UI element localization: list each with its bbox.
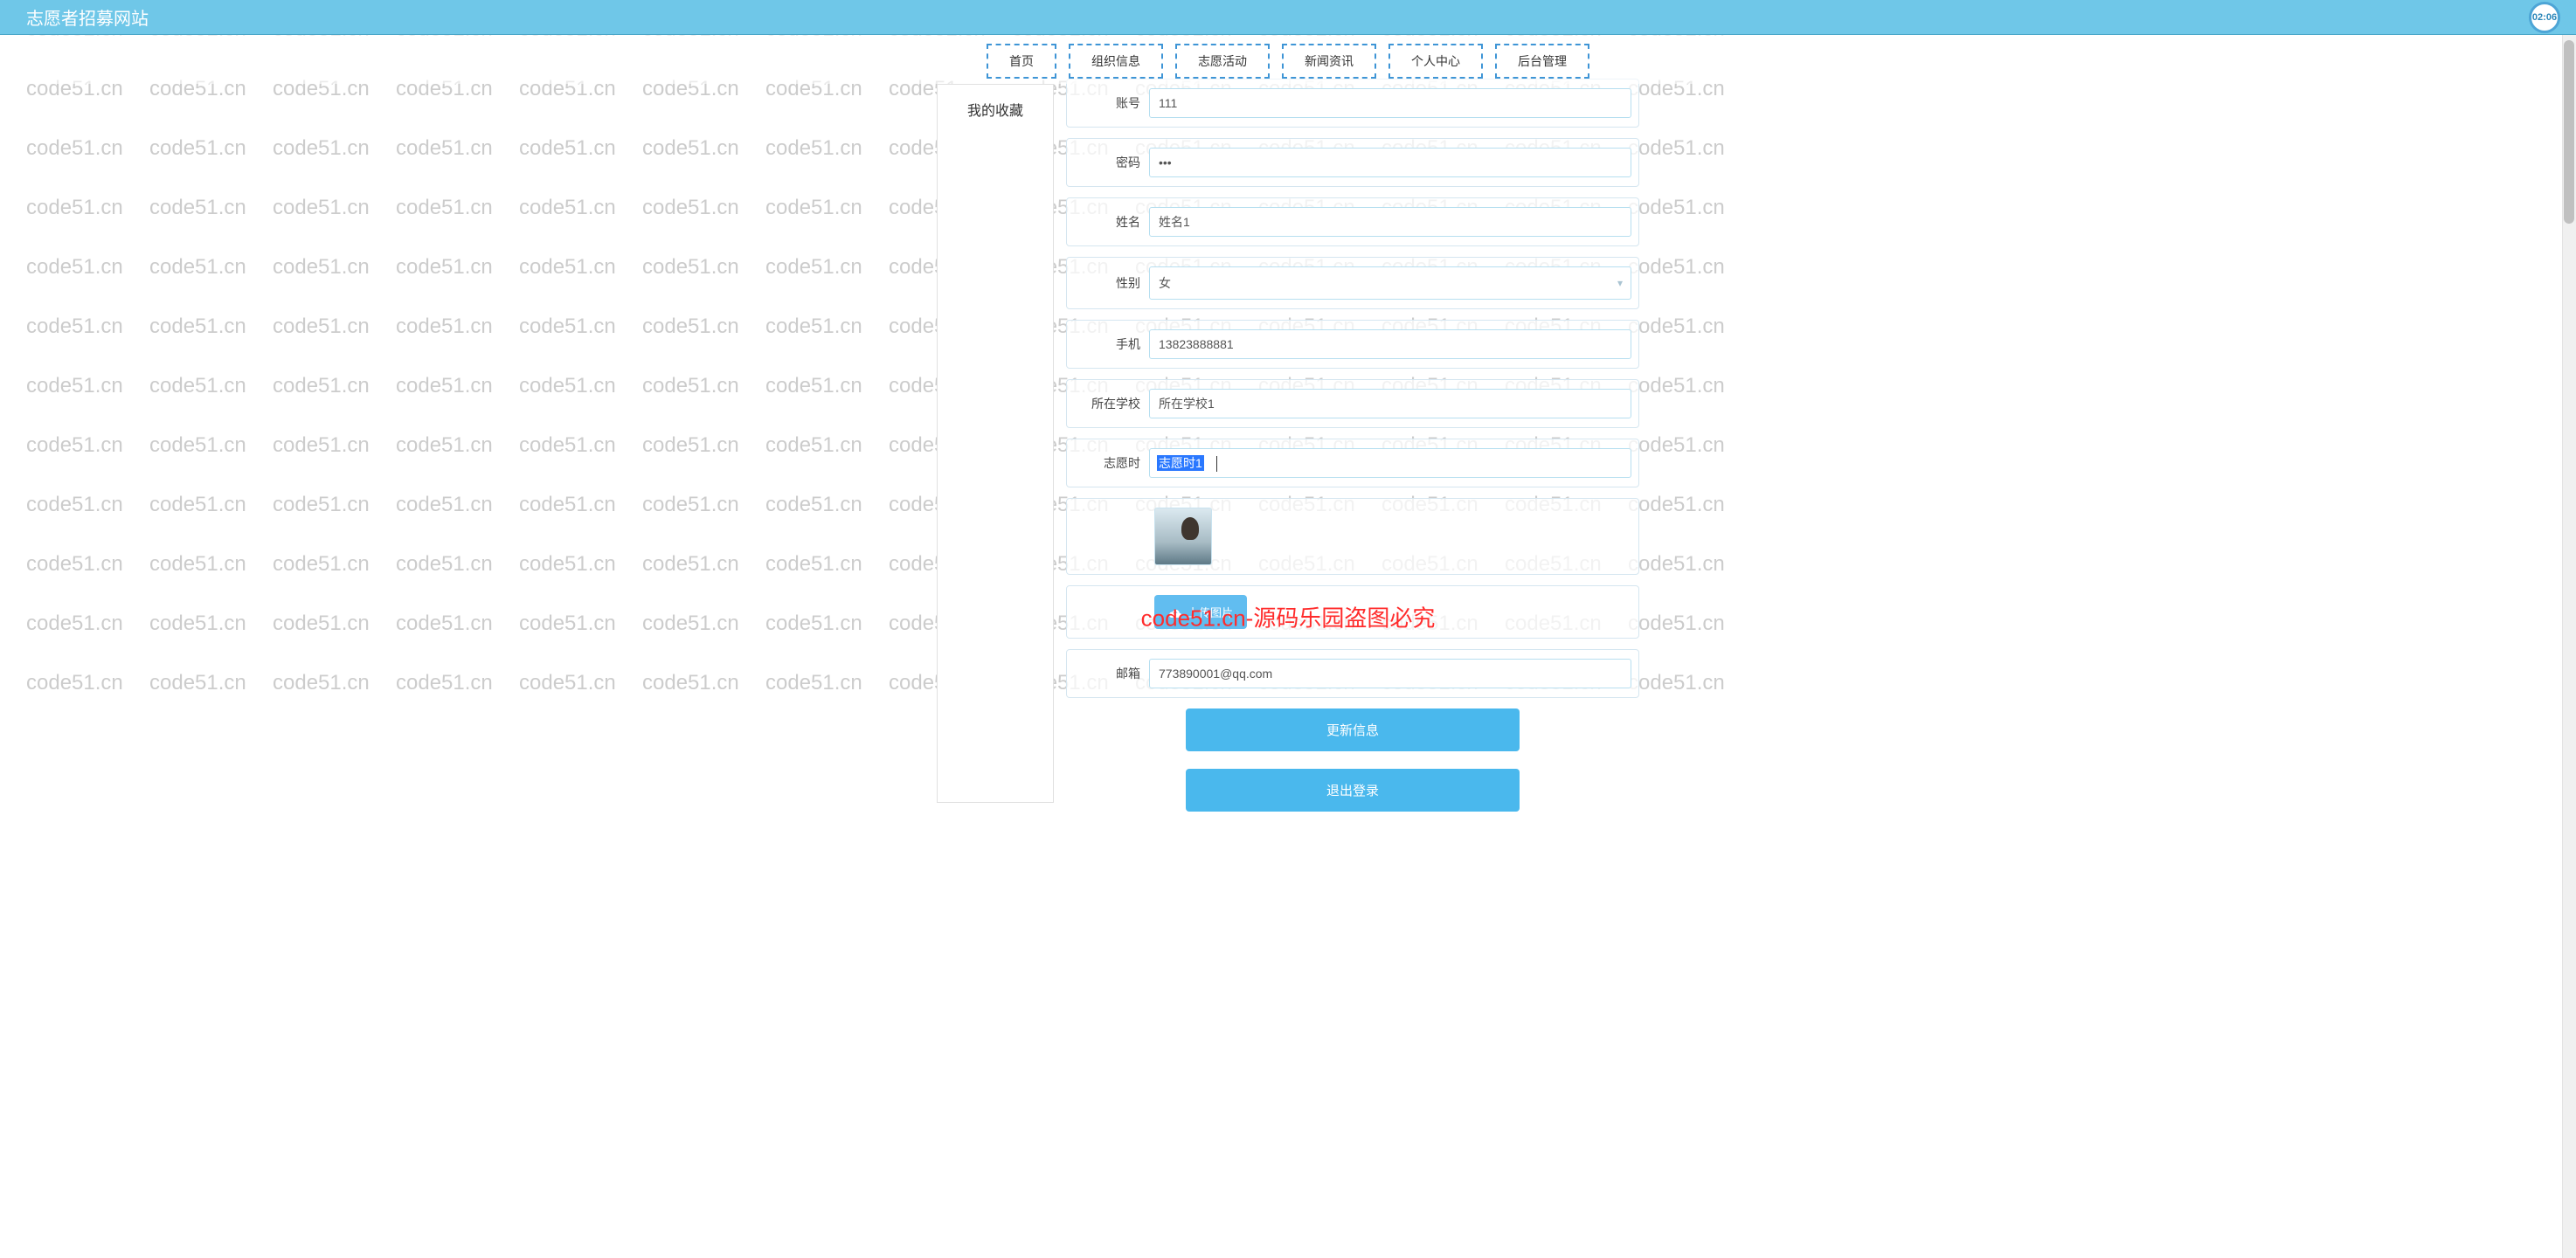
nav-org[interactable]: 组织信息	[1069, 44, 1163, 79]
field-name: 姓名	[1066, 197, 1639, 246]
label-email: 邮箱	[1074, 665, 1149, 682]
label-school: 所在学校	[1074, 395, 1149, 412]
logout-button[interactable]: 退出登录	[1186, 769, 1520, 812]
input-phone[interactable]	[1149, 329, 1631, 359]
content-wrap: 我的收藏 账号 密码 姓名 性别 女 ▾	[0, 84, 2576, 838]
upload-button[interactable]: 上传图片	[1154, 595, 1247, 629]
input-account[interactable]	[1149, 88, 1631, 118]
cloud-upload-icon	[1168, 606, 1182, 619]
nav-profile[interactable]: 个人中心	[1388, 44, 1483, 79]
upload-label: 上传图片	[1188, 604, 1233, 620]
field-password: 密码	[1066, 138, 1639, 187]
select-gender[interactable]: 女	[1149, 266, 1631, 300]
field-gender: 性别 女 ▾	[1066, 257, 1639, 309]
label-password: 密码	[1074, 154, 1149, 171]
header-bar: 志愿者招募网站 02:06	[0, 0, 2576, 35]
sidebar-favorites[interactable]: 我的收藏	[938, 93, 1053, 125]
nav-bar: 首页 组织信息 志愿活动 新闻资讯 个人中心 后台管理	[0, 35, 2576, 84]
nav-admin[interactable]: 后台管理	[1495, 44, 1589, 79]
scrollbar-thumb[interactable]	[2564, 40, 2574, 224]
label-volunteer: 志愿时	[1074, 454, 1149, 472]
nav-news[interactable]: 新闻资讯	[1282, 44, 1376, 79]
input-volunteer[interactable]: 志愿时1	[1149, 448, 1631, 478]
label-account: 账号	[1074, 94, 1149, 112]
field-avatar	[1066, 498, 1639, 575]
input-password[interactable]	[1149, 148, 1631, 177]
text-caret-icon	[1216, 456, 1217, 472]
field-email: 邮箱	[1066, 649, 1639, 698]
field-phone: 手机	[1066, 320, 1639, 369]
nav-home[interactable]: 首页	[987, 44, 1056, 79]
field-upload: 上传图片	[1066, 585, 1639, 639]
update-button[interactable]: 更新信息	[1186, 708, 1520, 751]
site-title: 志愿者招募网站	[26, 4, 149, 30]
label-phone: 手机	[1074, 335, 1149, 353]
nav-activity[interactable]: 志愿活动	[1175, 44, 1270, 79]
scrollbar[interactable]	[2562, 35, 2576, 1258]
timer-badge: 02:06	[2529, 2, 2560, 33]
label-gender: 性别	[1074, 274, 1149, 292]
field-school: 所在学校	[1066, 379, 1639, 428]
input-school[interactable]	[1149, 389, 1631, 418]
sidebar: 我的收藏	[937, 84, 1054, 803]
form-column: 账号 密码 姓名 性别 女 ▾ 手机	[1066, 84, 1639, 803]
input-email[interactable]	[1149, 659, 1631, 688]
field-volunteer: 志愿时 志愿时1	[1066, 439, 1639, 487]
field-account: 账号	[1066, 79, 1639, 128]
volunteer-selection: 志愿时1	[1157, 455, 1204, 471]
input-name[interactable]	[1149, 207, 1631, 237]
label-name: 姓名	[1074, 213, 1149, 231]
avatar-image[interactable]	[1154, 508, 1212, 565]
